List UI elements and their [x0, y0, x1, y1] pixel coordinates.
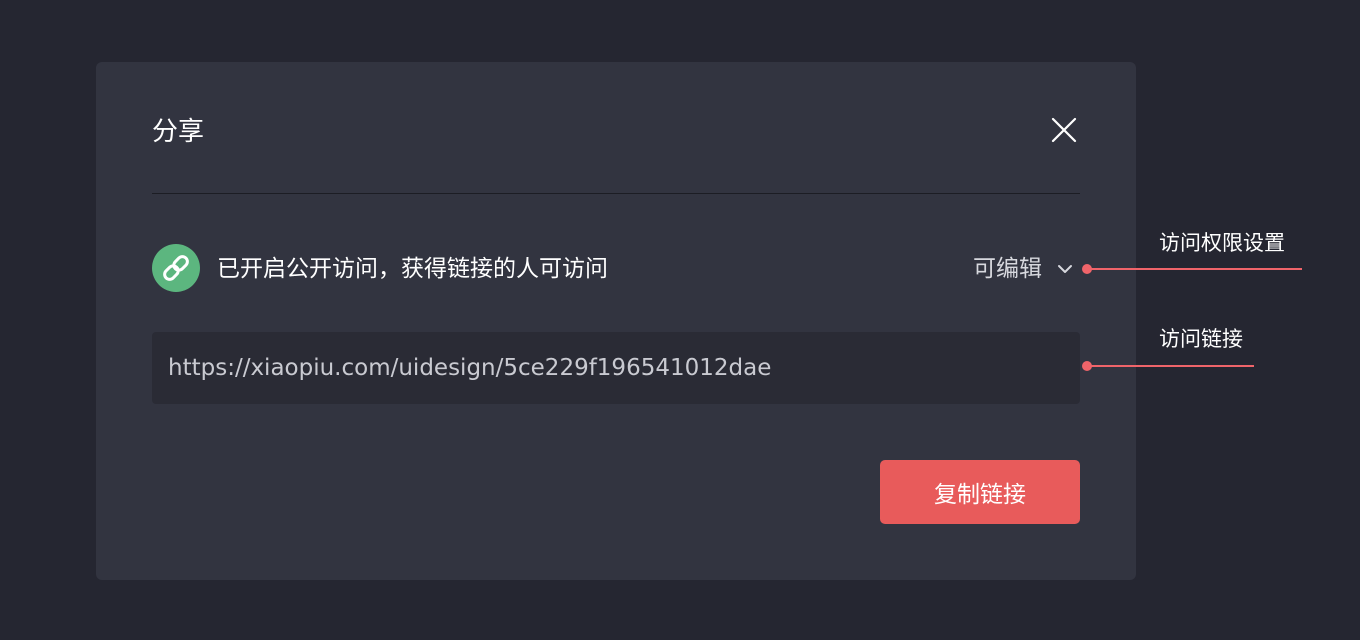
- dialog-title: 分享: [152, 117, 205, 147]
- permission-selected: 可编辑: [973, 256, 1042, 282]
- annotation-permission-line: [1087, 268, 1302, 270]
- copy-link-label: 复制链接: [934, 482, 1026, 508]
- share-dialog: 分享 已开启公开访问，获得链接的人可访问 可编辑 https://xiaopiu…: [96, 62, 1136, 580]
- close-icon: [1051, 117, 1077, 143]
- permission-dropdown[interactable]: 可编辑: [973, 253, 1074, 285]
- share-url-field[interactable]: https://xiaopiu.com/uidesign/5ce229f1965…: [152, 332, 1080, 404]
- link-icon: [163, 255, 189, 281]
- close-button[interactable]: [1048, 114, 1080, 146]
- share-url-text: https://xiaopiu.com/uidesign/5ce229f1965…: [168, 355, 772, 381]
- access-status-text: 已开启公开访问，获得链接的人可访问: [217, 256, 608, 282]
- annotation-link-line: [1087, 365, 1254, 367]
- title-divider: [152, 193, 1080, 194]
- annotation-permission-label: 访问权限设置: [1159, 231, 1285, 255]
- public-access-badge: [152, 244, 200, 292]
- annotation-link-label: 访问链接: [1159, 327, 1243, 351]
- chevron-down-icon: [1056, 260, 1074, 278]
- copy-link-button[interactable]: 复制链接: [880, 460, 1080, 524]
